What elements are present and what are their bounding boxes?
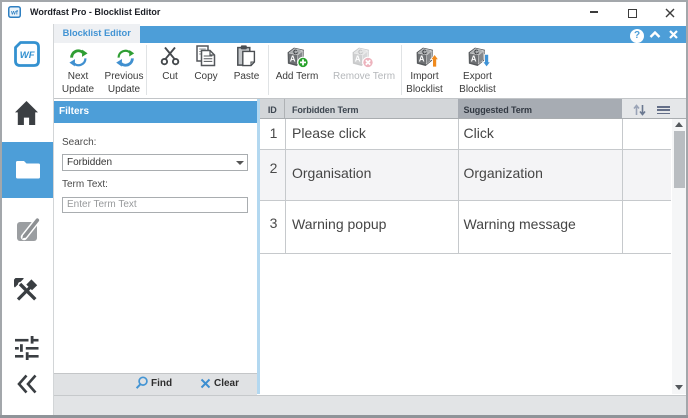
svg-text:WF: WF: [20, 50, 35, 61]
svg-text:wf: wf: [10, 11, 19, 17]
